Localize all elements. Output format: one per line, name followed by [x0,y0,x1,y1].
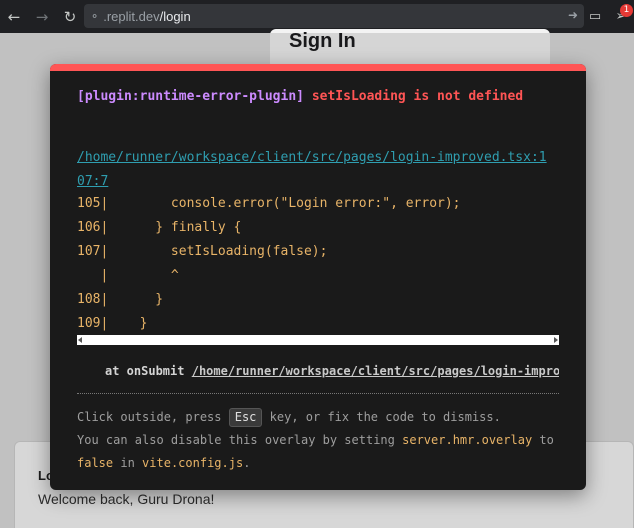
tip-text-3: You can also disable this overlay by set… [77,433,395,447]
tip-text-6: . [243,456,251,470]
tip-text-4: to [539,433,554,447]
tip-text-2: key, or fix the code to dismiss. [269,410,501,424]
site-info-icon[interactable]: ⚬ [90,10,99,23]
esc-key: Esc [228,408,263,427]
error-overlay: [plugin:runtime-error-plugin] setIsLoadi… [50,64,586,490]
tip-text-1: Click outside, press [77,410,222,424]
url-host: .replit.dev [103,8,160,24]
cast-icon[interactable]: ▭ [582,0,608,33]
address-bar[interactable]: ⚬ .replit.dev/login ➜ [84,4,584,28]
extension-icon[interactable]: ➢ 1 [608,0,634,33]
code-line: 109| } [77,316,148,331]
extension-badge: 1 [620,4,633,17]
stack-prefix: at onSubmit [105,364,185,378]
code-line: 106| } finally { [77,220,242,235]
code-line: 105| console.error("Login error:", error… [77,196,461,211]
url-text: .replit.dev/login [103,9,190,24]
error-message: [plugin:runtime-error-plugin] setIsLoadi… [77,86,547,107]
tip-false: false [77,456,114,470]
code-line: | ^ [77,268,179,283]
scroll-right-icon[interactable] [554,337,558,343]
toolbar-right: ▭ ➢ 1 [582,0,634,33]
code-line: 108| } [77,292,164,307]
forward-icon[interactable]: → [28,0,56,33]
back-icon[interactable]: ← [0,0,28,33]
code-line: 107| setIsLoading(false); [77,244,328,259]
url-path: /login [159,8,191,24]
tip-config-file: vite.config.js [142,456,244,470]
code-scrollbar[interactable] [77,335,559,345]
tip-text-5: in [120,456,135,470]
error-file-link[interactable]: /home/runner/workspace/client/src/pages/… [77,146,547,194]
tip-setting: server.hmr.overlay [402,433,533,447]
divider [77,393,559,394]
error-text: setIsLoading is not defined [311,89,524,104]
stack-trace: at onSubmit /home/runner/workspace/clien… [105,362,559,380]
code-frame: 105| console.error("Login error:", error… [77,192,559,336]
url-forward-icon[interactable]: ➜ [568,8,578,22]
scroll-left-icon[interactable] [78,337,82,343]
error-plugin: [plugin:runtime-error-plugin] [77,89,304,104]
dismiss-tip: Click outside, press Esc key, or fix the… [77,406,559,475]
reload-icon[interactable]: ↻ [56,0,84,33]
error-top-bar [50,64,586,71]
stack-link[interactable]: /home/runner/workspace/client/src/pages/… [192,364,559,378]
